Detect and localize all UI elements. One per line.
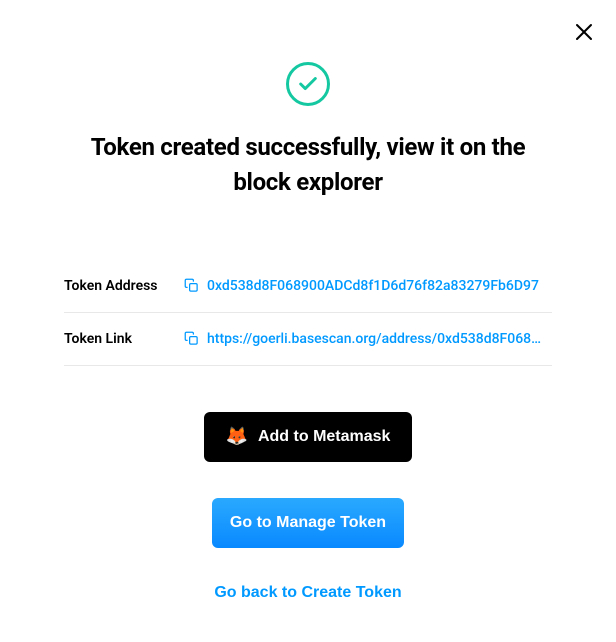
add-to-metamask-button[interactable]: 🦊 Add to Metamask: [204, 412, 413, 462]
add-to-metamask-label: Add to Metamask: [258, 428, 390, 446]
success-icon: [286, 62, 330, 106]
go-back-button[interactable]: Go back to Create Token: [214, 584, 401, 602]
manage-token-label: Go to Manage Token: [230, 514, 386, 532]
fox-icon: 🦊: [226, 426, 248, 447]
copy-icon[interactable]: [184, 331, 199, 346]
modal-title: Token created successfully, view it on t…: [68, 130, 548, 200]
close-icon: [575, 23, 593, 41]
token-address-value-wrapper: 0xd538d8F068900ADCd8f1D6d76f82a83279Fb6D…: [184, 278, 552, 294]
token-link-row: Token Link https://goerli.basescan.org/a…: [64, 313, 552, 366]
close-button[interactable]: [572, 20, 596, 44]
copy-icon[interactable]: [184, 278, 199, 293]
token-address-value[interactable]: 0xd538d8F068900ADCd8f1D6d76f82a83279Fb6D…: [207, 278, 539, 294]
manage-token-button[interactable]: Go to Manage Token: [212, 498, 404, 548]
token-link-value-wrapper: https://goerli.basescan.org/address/0xd5…: [184, 331, 552, 347]
modal-content: Token created successfully, view it on t…: [0, 0, 616, 602]
token-link-value[interactable]: https://goerli.basescan.org/address/0xd5…: [207, 331, 541, 347]
token-address-row: Token Address 0xd538d8F068900ADCd8f1D6d7…: [64, 260, 552, 313]
go-back-label: Go back to Create Token: [214, 584, 401, 601]
token-link-label: Token Link: [64, 331, 184, 347]
button-section: 🦊 Add to Metamask Go to Manage Token Go …: [204, 412, 413, 602]
info-section: Token Address 0xd538d8F068900ADCd8f1D6d7…: [64, 260, 552, 366]
token-address-label: Token Address: [64, 278, 184, 294]
